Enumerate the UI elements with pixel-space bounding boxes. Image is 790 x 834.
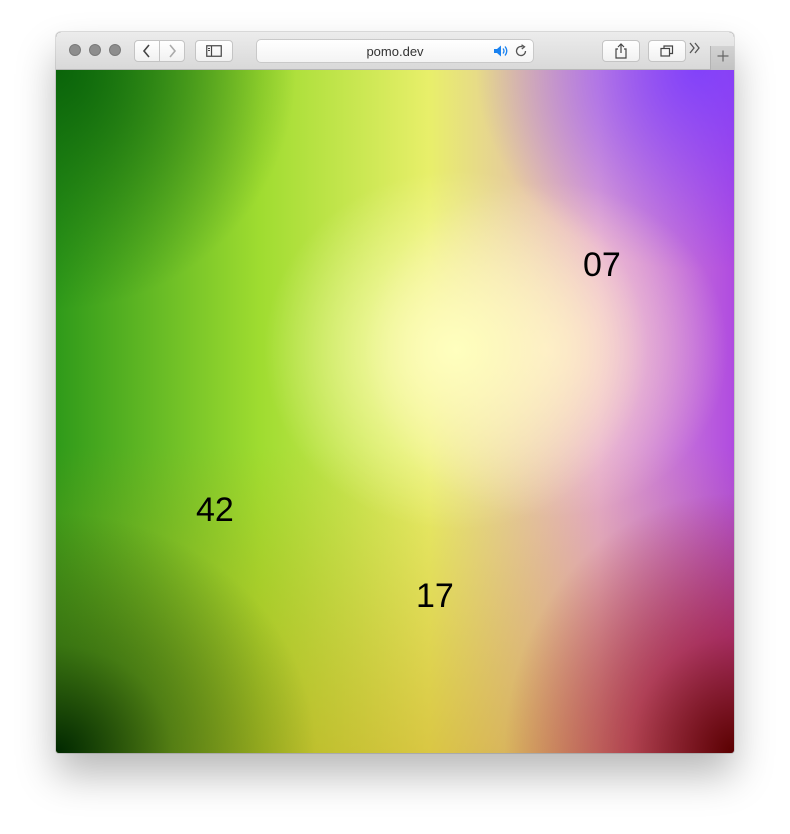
minimize-window-button[interactable] (89, 44, 101, 56)
url-text: pomo.dev (366, 44, 424, 59)
back-button[interactable] (134, 40, 160, 62)
number-label-17: 17 (416, 577, 454, 615)
page-content[interactable]: 07 42 17 (56, 70, 734, 753)
chevron-left-icon (142, 44, 152, 58)
browser-window: pomo.dev 07 42 17 (56, 32, 734, 753)
close-window-button[interactable] (69, 44, 81, 56)
share-button[interactable] (602, 40, 640, 62)
forward-button[interactable] (159, 40, 185, 62)
sidebar-icon (206, 45, 222, 57)
address-bar[interactable]: pomo.dev (256, 39, 534, 63)
plus-icon (717, 49, 729, 67)
number-label-07: 07 (583, 246, 621, 284)
browser-toolbar: pomo.dev (56, 32, 734, 70)
sidebar-button[interactable] (195, 40, 233, 62)
chevron-right-icon (167, 44, 177, 58)
number-label-42: 42 (196, 491, 234, 529)
double-chevron-icon[interactable] (688, 41, 702, 57)
tabs-overview-button[interactable] (648, 40, 686, 62)
speaker-icon[interactable] (493, 44, 509, 63)
reload-icon[interactable] (514, 44, 528, 63)
zoom-window-button[interactable] (109, 44, 121, 56)
share-icon (614, 43, 628, 59)
new-tab-button[interactable] (710, 46, 734, 70)
tabs-icon (660, 45, 674, 57)
